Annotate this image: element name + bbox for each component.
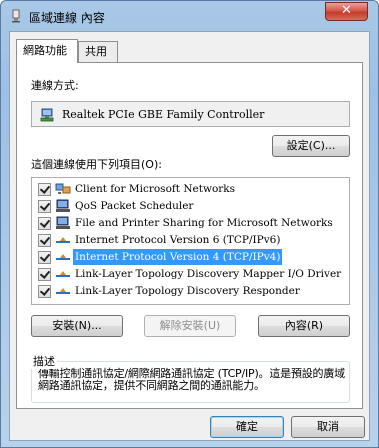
title-bar[interactable]: 區域連線 內容 ✕ [1,1,378,31]
window-title: 區域連線 內容 [29,11,105,25]
close-button[interactable]: ✕ [325,2,368,21]
network-adapter-icon [9,9,23,23]
uninstall-button[interactable]: 解除安裝(U) [144,315,236,337]
description-text: 傳輸控制通訊協定/網際網路通訊協定 (TCP/IP)。這是預設的廣域網路通訊協定… [38,367,345,392]
adapter-field: Realtek PCIe GBE Family Controller [31,101,350,127]
tab-sharing[interactable]: 共用 [78,41,118,63]
network-client-icon [55,182,71,196]
ok-button[interactable]: 確定 [210,416,284,438]
list-item-selected[interactable]: Internet Protocol Version 4 (TCP/IPv4) [32,249,349,265]
list-item[interactable]: Internet Protocol Version 6 (TCP/IPv6) [32,232,349,248]
list-item[interactable]: Link-Layer Topology Discovery Responder [32,283,349,299]
description-legend: 描述 [31,353,57,369]
configure-button[interactable]: 設定(C)... [272,135,350,157]
protocol-icon [55,284,71,298]
network-card-icon [39,107,55,123]
cancel-button[interactable]: 取消 [291,416,365,438]
item-checkbox[interactable] [38,251,51,264]
item-checkbox[interactable] [38,217,51,230]
protocol-icon [55,250,71,264]
item-label: Internet Protocol Version 6 (TCP/IPv6) [75,234,281,246]
components-list[interactable]: Client for Microsoft Networks QoS Packet… [31,177,350,305]
item-label: Link-Layer Topology Discovery Mapper I/O… [75,268,342,280]
item-label: QoS Packet Scheduler [75,200,194,212]
service-icon [55,199,71,213]
items-label: 這個連線使用下列項目(O): [31,158,162,171]
item-label: File and Printer Sharing for Microsoft N… [75,217,333,229]
properties-window: 區域連線 內容 ✕ 網路功能 共用 連線方式: Realtek PCIe GBE… [0,0,379,448]
dialog-client-area: 網路功能 共用 連線方式: Realtek PCIe GBE Family Co… [9,31,370,441]
close-icon: ✕ [341,3,352,18]
list-item[interactable]: File and Printer Sharing for Microsoft N… [32,215,349,231]
install-button[interactable]: 安裝(N)... [31,315,123,337]
item-checkbox[interactable] [38,183,51,196]
item-checkbox[interactable] [38,285,51,298]
list-item[interactable]: Link-Layer Topology Discovery Mapper I/O… [32,266,349,282]
item-label: Internet Protocol Version 4 (TCP/IPv4) [73,249,283,265]
connect-using-label: 連線方式: [31,79,79,92]
protocol-icon [55,233,71,247]
item-checkbox[interactable] [38,268,51,281]
adapter-name: Realtek PCIe GBE Family Controller [62,108,265,121]
networking-panel: 連線方式: Realtek PCIe GBE Family Controller… [16,62,363,409]
item-checkbox[interactable] [38,234,51,247]
properties-button[interactable]: 內容(R) [258,315,350,337]
service-icon [55,216,71,230]
tab-networking[interactable]: 網路功能 [16,39,78,63]
list-item[interactable]: QoS Packet Scheduler [32,198,349,214]
item-checkbox[interactable] [38,200,51,213]
protocol-icon [55,267,71,281]
item-label: Client for Microsoft Networks [75,183,236,195]
item-label: Link-Layer Topology Discovery Responder [75,285,300,297]
description-group: 傳輸控制通訊協定/網際網路通訊協定 (TCP/IP)。這是預設的廣域網路通訊協定… [31,361,350,403]
list-item[interactable]: Client for Microsoft Networks [32,181,349,197]
